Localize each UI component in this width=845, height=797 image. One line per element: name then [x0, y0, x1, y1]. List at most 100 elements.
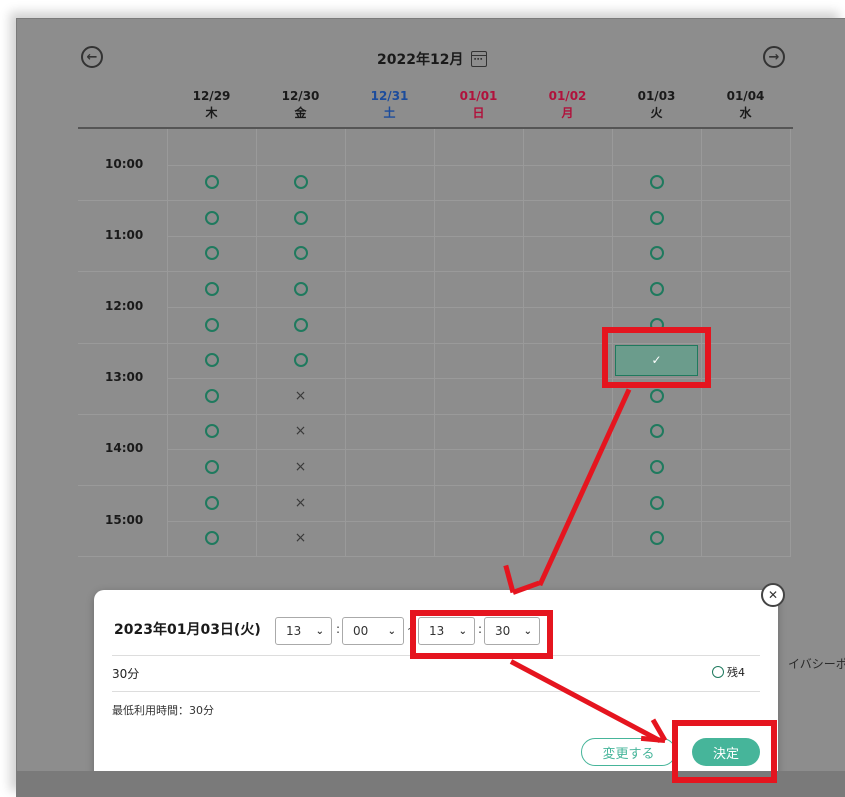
available-circle-icon: [649, 388, 664, 403]
available-circle-icon: [293, 246, 308, 261]
booking-page: ← 2022年12月 → 12/29木12/30金12/31土01/01日01/…: [16, 18, 845, 797]
remaining-text: 残4: [727, 666, 745, 679]
available-slot[interactable]: [167, 378, 256, 413]
day-header: 01/04 水: [701, 88, 790, 122]
available-slot[interactable]: [612, 271, 701, 306]
day-header: 12/30 金: [256, 88, 345, 122]
minimum-use-time: 最低利用時間：30分: [112, 704, 214, 717]
available-circle-icon: [293, 175, 308, 190]
close-icon[interactable]: ✕: [761, 583, 785, 607]
divider: [112, 691, 760, 692]
available-circle-icon: [204, 317, 219, 332]
month-title-text: 2022年12月: [377, 52, 464, 68]
day-date: 12/29: [192, 89, 231, 103]
remaining-count: 残4: [712, 664, 745, 680]
day-of-week: 月: [561, 106, 574, 120]
cross-icon: ×: [294, 530, 307, 547]
day-date: 01/02: [548, 89, 587, 103]
chevron-down-icon: ⌄: [315, 625, 324, 637]
available-slot[interactable]: [167, 165, 256, 200]
day-date: 12/30: [281, 89, 320, 103]
available-circle-icon: [293, 317, 308, 332]
available-circle-icon: [649, 281, 664, 296]
grid-row-line: [167, 556, 791, 558]
available-slot[interactable]: [167, 236, 256, 271]
available-slot[interactable]: [167, 485, 256, 520]
start-minute-value: 00: [353, 624, 369, 638]
available-slot[interactable]: [612, 165, 701, 200]
day-header: 01/01 日: [434, 88, 523, 122]
available-circle-icon: [204, 353, 219, 368]
day-of-week: 火: [650, 106, 663, 120]
available-circle-icon: [649, 210, 664, 225]
annotation-arrowhead: [503, 564, 516, 594]
next-month-arrow-icon[interactable]: →: [763, 46, 785, 68]
available-circle-icon: [649, 424, 664, 439]
available-slot[interactable]: [612, 521, 701, 556]
available-slot[interactable]: [167, 521, 256, 556]
available-slot[interactable]: [167, 271, 256, 306]
available-slot[interactable]: [612, 414, 701, 449]
available-circle-icon: [293, 210, 308, 225]
available-slot[interactable]: [256, 271, 345, 306]
day-of-week: 日: [472, 106, 485, 120]
available-circle-icon: [204, 531, 219, 546]
day-header: 12/31 土: [345, 88, 434, 122]
time-label: 14:00: [105, 441, 144, 456]
available-slot[interactable]: [256, 236, 345, 271]
time-label: 10:00: [105, 156, 144, 171]
highlight-confirm-button: [672, 720, 777, 783]
time-colon: :: [336, 622, 341, 636]
day-header: 01/02 月: [523, 88, 612, 122]
day-of-week: 木: [205, 106, 218, 120]
calendar-icon[interactable]: [471, 51, 488, 67]
day-of-week: 土: [383, 106, 396, 120]
month-title: 2022年12月: [377, 49, 488, 69]
available-slot[interactable]: [256, 165, 345, 200]
available-circle-icon: [204, 495, 219, 510]
available-circle-icon: [204, 175, 219, 190]
day-date: 01/03: [637, 89, 676, 103]
unavailable-slot: ×: [256, 414, 345, 449]
prev-month-arrow-icon[interactable]: ←: [81, 46, 103, 68]
available-circle-icon: [204, 459, 219, 474]
highlight-selected-slot: [602, 327, 711, 388]
time-label: 11:00: [105, 227, 144, 242]
available-slot[interactable]: [167, 414, 256, 449]
available-circle-icon: [204, 210, 219, 225]
available-slot[interactable]: [167, 449, 256, 484]
available-slot[interactable]: [167, 307, 256, 342]
unavailable-slot: ×: [256, 485, 345, 520]
time-divider: [78, 556, 167, 558]
available-circle-icon: [204, 281, 219, 296]
day-date: 01/01: [459, 89, 498, 103]
available-slot[interactable]: [612, 485, 701, 520]
available-slot[interactable]: [256, 200, 345, 235]
available-circle-icon: [204, 246, 219, 261]
start-hour-select[interactable]: 13 ⌄: [275, 617, 332, 645]
available-slot[interactable]: [612, 236, 701, 271]
chevron-down-icon: ⌄: [387, 625, 396, 637]
time-label: 13:00: [105, 370, 144, 385]
available-slot[interactable]: [256, 343, 345, 378]
day-of-week: 金: [294, 106, 307, 120]
available-slot[interactable]: [612, 449, 701, 484]
available-slot[interactable]: [167, 200, 256, 235]
highlight-end-time: [410, 610, 553, 659]
time-divider: [78, 342, 167, 344]
unavailable-slot: ×: [256, 521, 345, 556]
available-circle-icon: [649, 495, 664, 510]
unavailable-slot: ×: [256, 449, 345, 484]
available-circle-icon: [293, 281, 308, 296]
available-circle-icon: [649, 459, 664, 474]
cross-icon: ×: [294, 458, 307, 475]
available-slot[interactable]: [256, 307, 345, 342]
time-divider: [78, 485, 167, 486]
available-slot[interactable]: [167, 343, 256, 378]
privacy-policy-link-partial[interactable]: イバシーポリ: [788, 655, 845, 672]
day-date: 01/04: [726, 89, 765, 103]
available-slot[interactable]: [612, 200, 701, 235]
duration-text: 30分: [112, 667, 140, 681]
start-minute-select[interactable]: 00 ⌄: [342, 617, 404, 645]
day-header: 01/03 火: [612, 88, 701, 122]
